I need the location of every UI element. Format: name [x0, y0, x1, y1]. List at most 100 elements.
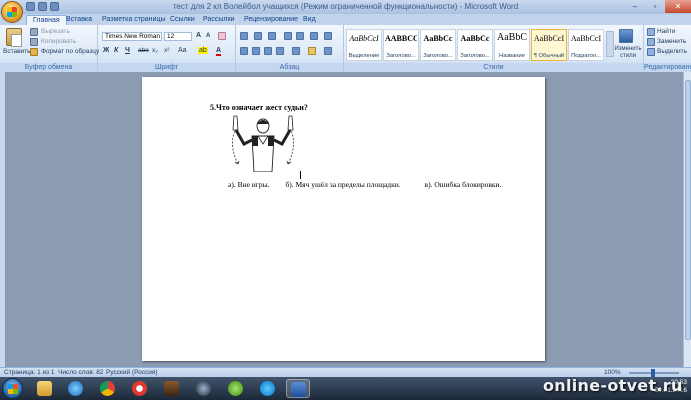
align-left-icon[interactable] — [240, 47, 248, 55]
shrink-font-button[interactable]: A — [206, 33, 210, 39]
chrome-icon — [100, 381, 115, 396]
yandex-icon — [132, 381, 147, 396]
copy-button[interactable]: Копировать — [41, 38, 76, 45]
style-sample: AaBbCcI — [570, 34, 602, 43]
style-name: Заголово... — [460, 53, 490, 59]
style-title[interactable]: AaBbC Название — [494, 29, 530, 61]
taskbar-steam[interactable] — [192, 379, 216, 398]
font-group: Times New Roman 12 A A Ж К Ч abe x₂ x² A… — [98, 25, 236, 72]
change-case-button[interactable]: Aa — [178, 47, 187, 54]
text-cursor — [300, 171, 301, 179]
tab-review[interactable]: Рецензирование — [244, 15, 298, 25]
watermark-text: online-otvet.ru — [543, 376, 683, 395]
decrease-indent-icon[interactable] — [284, 32, 292, 40]
window-title: тест для 2 кл Волейбол учащихся (Режим о… — [172, 2, 519, 11]
vertical-scrollbar[interactable] — [683, 72, 691, 367]
italic-button[interactable]: К — [114, 47, 118, 54]
format-painter-icon — [30, 48, 38, 56]
tab-references[interactable]: Ссылки — [170, 15, 195, 25]
document-page[interactable] — [142, 77, 545, 361]
increase-indent-icon[interactable] — [296, 32, 304, 40]
utorrent-icon — [228, 381, 243, 396]
clear-formatting-icon[interactable] — [218, 32, 226, 40]
cut-button[interactable]: Вырезать — [41, 28, 70, 35]
align-right-icon[interactable] — [264, 47, 272, 55]
paste-icon[interactable] — [6, 28, 22, 47]
style-name: Название — [499, 53, 525, 59]
font-color-button[interactable]: A — [216, 47, 222, 56]
style-normal[interactable]: AaBbCcI ¶ Обычный — [531, 29, 567, 61]
cut-icon — [30, 28, 38, 36]
paste-button[interactable]: Вставить — [3, 48, 31, 55]
office-button[interactable] — [1, 1, 23, 23]
justify-icon[interactable] — [276, 47, 284, 55]
sort-icon[interactable] — [310, 32, 318, 40]
style-subtitle[interactable]: AaBbCcI Подзагол... — [568, 29, 604, 61]
font-size-select[interactable]: 12 — [164, 32, 192, 41]
taskbar-media-player[interactable] — [64, 379, 88, 398]
windows-logo-icon — [8, 384, 18, 394]
styles-scroll[interactable] — [606, 31, 614, 57]
select-button[interactable]: Выделить — [657, 48, 687, 55]
page-count[interactable]: Страница: 1 из 1 — [4, 369, 55, 376]
scrollbar-thumb[interactable] — [685, 80, 691, 340]
line-spacing-icon[interactable] — [292, 47, 300, 55]
strikethrough-button[interactable]: abe — [138, 47, 149, 54]
change-styles-button[interactable]: Изменить стили — [614, 46, 642, 60]
select-icon — [647, 48, 655, 56]
office-logo-icon — [7, 7, 17, 17]
style-heading1[interactable]: AABBCC Заголово... — [383, 29, 419, 61]
superscript-button[interactable]: x² — [164, 47, 169, 54]
word-icon — [291, 382, 306, 397]
shading-icon[interactable] — [308, 47, 316, 55]
close-button[interactable]: ✕ — [665, 0, 691, 13]
editing-group: Найти Заменить Выделить Редактирование — [644, 25, 691, 72]
minimize-button[interactable]: – — [625, 0, 645, 13]
numbering-icon[interactable] — [254, 32, 262, 40]
language-indicator[interactable]: Русский (Россия) — [106, 369, 158, 376]
highlight-button[interactable]: ab — [198, 47, 208, 54]
taskbar-chrome[interactable] — [96, 379, 120, 398]
word-count[interactable]: Число слов: 82 — [58, 369, 104, 376]
tab-insert[interactable]: Вставка — [66, 15, 92, 25]
multilevel-list-icon[interactable] — [268, 32, 276, 40]
editing-group-label: Редактирование — [644, 63, 691, 72]
question-text: 5.Что означает жест судьи? — [210, 103, 308, 112]
find-button[interactable]: Найти — [657, 28, 676, 35]
tab-page-layout[interactable]: Разметка страницы — [102, 15, 166, 25]
replace-button[interactable]: Заменить — [657, 38, 686, 45]
align-center-icon[interactable] — [252, 47, 260, 55]
styles-group: AaBbCcI Выделение AABBCC Заголово... AaB… — [344, 25, 644, 72]
format-painter-button[interactable]: Формат по образцу — [41, 48, 99, 55]
pilcrow-icon[interactable] — [324, 32, 332, 40]
borders-icon[interactable] — [324, 47, 332, 55]
style-emphasis[interactable]: AaBbCcI Выделение — [346, 29, 382, 61]
taskbar-utorrent[interactable] — [224, 379, 248, 398]
taskbar-yandex[interactable] — [128, 379, 152, 398]
taskbar-game[interactable] — [160, 379, 184, 398]
subscript-button[interactable]: x₂ — [152, 47, 158, 54]
maximize-button[interactable]: ▫ — [645, 0, 665, 13]
taskbar-word[interactable] — [286, 379, 310, 398]
skype-icon — [260, 381, 275, 396]
tab-view[interactable]: Вид — [303, 15, 316, 25]
taskbar-skype[interactable] — [256, 379, 280, 398]
style-heading3[interactable]: AaBbCc Заголово... — [457, 29, 493, 61]
answer-c: в). Ошибка блокировки. — [424, 180, 502, 189]
font-family-select[interactable]: Times New Roman — [102, 32, 162, 41]
bold-button[interactable]: Ж — [103, 47, 109, 54]
grow-font-button[interactable]: A — [196, 32, 201, 39]
start-button[interactable] — [2, 378, 23, 399]
tab-mailings[interactable]: Рассылки — [203, 15, 234, 25]
zoom-slider[interactable] — [629, 369, 679, 377]
zoom-level[interactable]: 100% — [604, 369, 621, 376]
steam-icon — [196, 381, 211, 396]
style-heading2[interactable]: AaBbCc Заголово... — [420, 29, 456, 61]
taskbar-explorer[interactable] — [33, 379, 57, 398]
tab-home[interactable]: Главная — [26, 15, 67, 25]
copy-icon — [30, 38, 38, 46]
underline-button[interactable]: Ч — [125, 47, 130, 54]
clipboard-group: Вставить Вырезать Копировать Формат по о… — [0, 25, 99, 72]
bullets-icon[interactable] — [240, 32, 248, 40]
style-name: ¶ Обычный — [533, 53, 565, 59]
